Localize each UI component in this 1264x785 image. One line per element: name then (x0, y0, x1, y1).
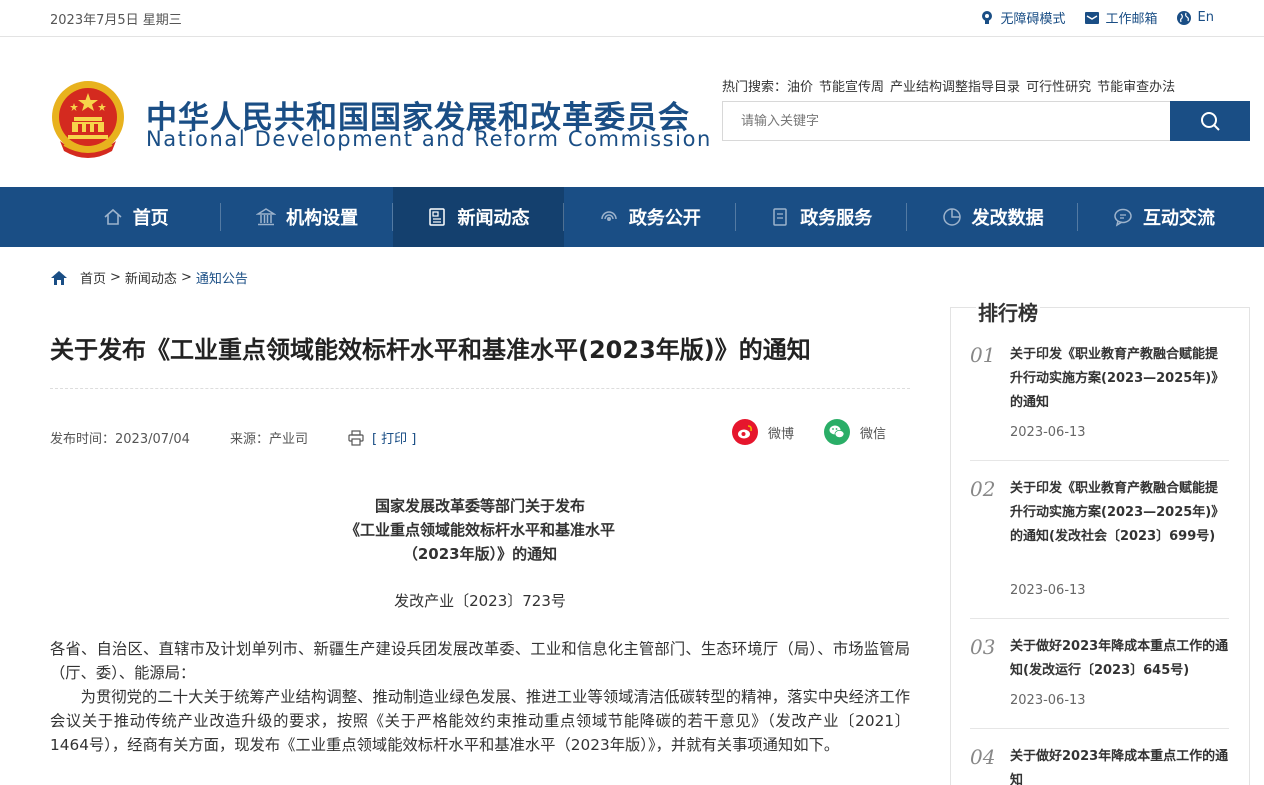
document-heading: 国家发展改革委等部门关于发布 《工业重点领域能效标杆水平和基准水平 （2023年… (50, 494, 910, 566)
hot-search-term[interactable]: 节能审查办法 (1097, 80, 1175, 95)
breadcrumb-home[interactable]: 首页 (80, 268, 106, 287)
ranking-divider (970, 728, 1229, 729)
hot-search-term[interactable]: 产业结构调整指导目录 (890, 80, 1020, 95)
nav-label: 互动交流 (1143, 208, 1216, 229)
globe-icon (1176, 10, 1191, 25)
ranking-number: 01 (970, 343, 996, 367)
body-paragraph: 为贯彻党的二十大关于统筹产业结构调整、推动制造业绿色发展、推进工业等领域清洁低碳… (50, 688, 910, 754)
nav-label: 新闻动态 (457, 208, 530, 229)
english-link[interactable]: En (1176, 8, 1214, 27)
nav-label: 政务服务 (800, 208, 873, 229)
document-heading-line: （2023年版）》的通知 (402, 545, 558, 563)
nav-label: 机构设置 (286, 208, 359, 229)
ranking-divider (970, 460, 1229, 461)
search-icon (1201, 112, 1220, 131)
home-icon (51, 270, 67, 285)
pie-chart-icon (942, 208, 961, 226)
service-icon (773, 208, 787, 226)
search-button[interactable] (1170, 101, 1250, 141)
ranking-number: 04 (970, 745, 996, 769)
ranking-divider (970, 618, 1229, 619)
nav-item-data[interactable]: 发改数据 (907, 187, 1079, 247)
broadcast-icon (601, 211, 617, 221)
search-input[interactable] (723, 102, 1171, 140)
share-weibo-button[interactable]: 微博 (732, 419, 794, 445)
nav-item-interaction[interactable]: 互动交流 (1078, 187, 1249, 247)
ranking-item-title[interactable]: 关于印发《职业教育产教融合赋能提升行动实施方案(2023—2025年)》的通知(… (1010, 477, 1230, 549)
nav-label: 发改数据 (971, 208, 1044, 229)
article-meta: 发布时间：2023/07/04 来源：产业司 [ 打印 ] (50, 428, 416, 447)
ranking-number: 03 (970, 635, 996, 659)
print-button[interactable]: [ 打印 ] (348, 428, 416, 447)
document-heading-line: 《工业重点领域能效标杆水平和基准水平 (344, 521, 615, 539)
ranking-item-title[interactable]: 关于做好2023年降成本重点工作的通知 (1010, 745, 1230, 785)
building-icon (256, 208, 277, 226)
print-label: [ 打印 ] (371, 432, 417, 447)
weibo-icon (732, 419, 758, 445)
site-header: 中华人民共和国国家发展和改革委员会 National Development a… (0, 37, 1264, 187)
article-source: 来源：产业司 (229, 432, 308, 447)
hot-search-term[interactable]: 油价 (787, 80, 813, 95)
nav-label: 首页 (132, 208, 169, 229)
nav-item-organization[interactable]: 机构设置 (221, 187, 394, 247)
share-wechat-button[interactable]: 微信 (824, 419, 886, 445)
accessibility-mode-label: 无障碍模式 (1000, 12, 1066, 27)
ranking-item-title[interactable]: 关于做好2023年降成本重点工作的通知(发改运行〔2023〕645号) (1010, 635, 1230, 683)
work-mail-label: 工作邮箱 (1105, 12, 1158, 27)
share-bar: 微博 微信 (732, 419, 886, 445)
ranking-item-date: 2023-06-13 (1010, 693, 1086, 708)
nav-item-home[interactable]: 首页 (50, 187, 222, 247)
current-date: 2023年7月5日 星期三 (50, 13, 182, 28)
article-title: 关于发布《工业重点领域能效标杆水平和基准水平(2023年版)》的通知 (50, 336, 811, 364)
document-number: 发改产业〔2023〕723号 (394, 592, 566, 610)
breadcrumb-news[interactable]: 新闻动态 (125, 268, 177, 287)
national-emblem-logo[interactable] (50, 79, 128, 159)
search-box (722, 101, 1250, 141)
nav-label: 政务公开 (628, 208, 701, 229)
document-heading-line: 国家发展改革委等部门关于发布 (374, 497, 585, 515)
home-icon (104, 208, 122, 225)
news-icon (429, 208, 446, 226)
body-paragraph: 各省、自治区、直辖市及计划单列市、新疆生产建设兵团发展改革委、工业和信息化主管部… (50, 640, 910, 682)
share-weibo-label: 微博 (768, 426, 795, 442)
share-wechat-label: 微信 (860, 426, 887, 442)
nav-item-news[interactable]: 新闻动态 (392, 187, 565, 247)
nav-item-gov-affairs[interactable]: 政务公开 (564, 187, 736, 247)
breadcrumb-current[interactable]: 通知公告 (196, 268, 248, 287)
breadcrumb-separator: > (110, 270, 121, 285)
printer-icon (348, 429, 364, 446)
english-label: En (1197, 10, 1214, 25)
ranking-number: 02 (970, 477, 996, 501)
article-body: 各省、自治区、直辖市及计划单列市、新疆生产建设兵团发展改革委、工业和信息化主管部… (50, 637, 910, 757)
publish-time: 发布时间：2023/07/04 (50, 432, 190, 447)
ranking-item-title[interactable]: 关于印发《职业教育产教融合赋能提升行动实施方案(2023—2025年)》的通知 (1010, 343, 1230, 415)
top-bar: 2023年7月5日 星期三 无障碍模式 工作邮箱 En (0, 0, 1264, 37)
hot-search-label: 热门搜索： (722, 80, 788, 95)
nav-item-gov-service[interactable]: 政务服务 (736, 187, 908, 247)
hot-search-term[interactable]: 节能宣传周 (819, 80, 884, 95)
accessibility-mode-link[interactable]: 无障碍模式 (979, 8, 1066, 27)
chat-icon (1114, 208, 1132, 227)
main-nav: 首页 机构设置 新闻动态 政务公开 政务服务 发改数据 互动交流 (0, 187, 1264, 247)
ranking-item-date: 2023-06-13 (1010, 425, 1086, 440)
ranking-title: 排行榜 (976, 297, 1040, 326)
breadcrumb: 首页 > 新闻动态 > 通知公告 (50, 268, 248, 287)
hot-search: 热门搜索：油价 节能宣传周 产业结构调整指导目录 可行性研究 节能审查办法 (722, 76, 1181, 95)
breadcrumb-separator: > (180, 270, 192, 285)
title-divider (50, 388, 910, 389)
wechat-icon (824, 419, 851, 445)
top-links: 无障碍模式 工作邮箱 En (979, 8, 1214, 27)
ranking-item-date: 2023-06-13 (1010, 583, 1086, 598)
work-mail-link[interactable]: 工作邮箱 (1084, 8, 1158, 27)
mail-icon (1084, 11, 1099, 24)
site-title-en: National Development and Reform Commissi… (146, 127, 712, 151)
accessibility-icon (981, 10, 992, 24)
hot-search-term[interactable]: 可行性研究 (1026, 80, 1091, 95)
